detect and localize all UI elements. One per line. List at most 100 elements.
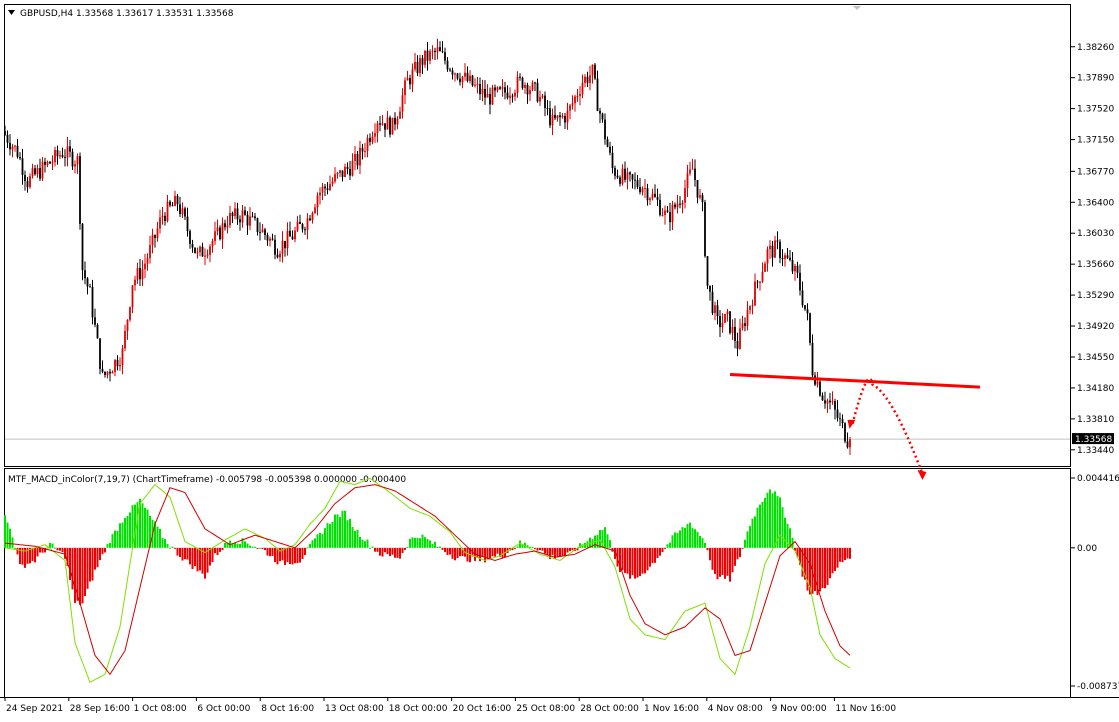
chart-canvas: GBPUSD,H4 1.33568 1.33617 1.33531 1.3356… (0, 4, 1119, 714)
candle-body (844, 423, 846, 442)
candle-body (454, 73, 456, 75)
candle-body (509, 95, 511, 98)
histogram-bar (631, 547, 634, 576)
candle-body (656, 196, 659, 200)
candle-body (511, 95, 514, 97)
candle-body (284, 240, 286, 249)
histogram-bar (459, 547, 461, 557)
histogram-bar (101, 547, 104, 555)
candle-body (491, 87, 494, 105)
histogram-bar (419, 538, 421, 548)
histogram-bar (34, 547, 36, 563)
price-tick-label: 1.34550 (1077, 353, 1114, 363)
candle-body (96, 324, 99, 339)
histogram-bar (664, 547, 666, 549)
candle-body (384, 123, 386, 130)
candle-body (796, 265, 799, 273)
histogram-bar (349, 518, 351, 548)
price-tick-label: 1.35290 (1077, 291, 1114, 301)
macd-tick-label: 0.00 (1077, 544, 1097, 554)
candle-body (44, 161, 46, 165)
candle-body (536, 82, 539, 102)
candle-body (116, 359, 119, 367)
histogram-bar (781, 507, 784, 548)
indicator-plot-frame (4, 468, 1071, 698)
histogram-bar (274, 547, 276, 563)
histogram-bar (209, 547, 211, 566)
histogram-bar (694, 529, 696, 548)
histogram-bar (14, 547, 16, 549)
candle-body (471, 75, 474, 86)
histogram-bar (224, 542, 226, 548)
candle-body (294, 230, 296, 240)
candle-body (439, 47, 441, 52)
histogram-bar (454, 547, 456, 561)
macd-tick-label: 0.004416 (1077, 474, 1119, 484)
price-tick-label: 1.37890 (1077, 74, 1114, 84)
candle-body (469, 75, 471, 82)
histogram-bar (314, 538, 316, 548)
histogram-bar (84, 547, 86, 596)
histogram-bar (826, 547, 829, 585)
candle-body (431, 50, 434, 52)
candle-body (761, 271, 764, 282)
histogram-bar (334, 514, 336, 548)
histogram-bar (534, 547, 536, 549)
candle-body (706, 256, 709, 286)
candle-body (749, 306, 751, 311)
candle-body (151, 235, 154, 246)
histogram-bar (414, 537, 416, 548)
candle-body (429, 51, 431, 61)
histogram-bar (269, 547, 271, 557)
candle-body (139, 267, 141, 280)
candle-body (181, 208, 184, 214)
candle-body (111, 372, 114, 374)
histogram-bar (731, 547, 734, 573)
candle-body (484, 88, 486, 98)
candle-body (61, 155, 64, 157)
candle-body (804, 305, 806, 310)
candle-body (771, 245, 774, 258)
time-tick-label: 28 Oct 00:00 (580, 704, 639, 714)
candle-body (161, 215, 164, 218)
histogram-bar (846, 547, 849, 559)
candle-body (616, 175, 619, 178)
candle-body (584, 76, 586, 83)
candle-body (704, 202, 706, 257)
histogram-bar (264, 547, 266, 550)
candle-body (346, 166, 349, 169)
histogram-bar (666, 544, 669, 548)
histogram-bar (361, 539, 364, 548)
histogram-bar (161, 537, 164, 548)
candle-body (396, 118, 399, 125)
candle-body (336, 173, 339, 175)
histogram-bar (621, 547, 624, 571)
histogram-bar (116, 531, 119, 548)
histogram-bar (144, 507, 146, 548)
candle-body (541, 95, 544, 98)
histogram-bar (261, 547, 264, 550)
histogram-bar (51, 543, 54, 548)
histogram-bar (541, 547, 544, 551)
candle-body (174, 195, 176, 206)
candle-body (211, 241, 214, 247)
candle-body (159, 217, 161, 229)
histogram-bar (199, 547, 201, 571)
candle-body (256, 218, 259, 233)
candle-body (354, 153, 356, 161)
histogram-bar (404, 547, 406, 550)
histogram-bar (814, 547, 816, 592)
histogram-bar (501, 547, 504, 558)
histogram-bar (249, 545, 251, 548)
candle-body (476, 84, 479, 86)
time-tick-label: 18 Oct 00:00 (389, 704, 448, 714)
time-tick-label: 8 Oct 16:00 (261, 704, 314, 714)
histogram-bar (736, 547, 739, 560)
candle-body (481, 88, 484, 95)
histogram-bar (89, 547, 91, 582)
candle-body (241, 210, 244, 223)
candle-body (389, 117, 391, 135)
candle-body (521, 77, 524, 88)
histogram-bar (569, 547, 571, 552)
histogram-bar (396, 547, 399, 558)
